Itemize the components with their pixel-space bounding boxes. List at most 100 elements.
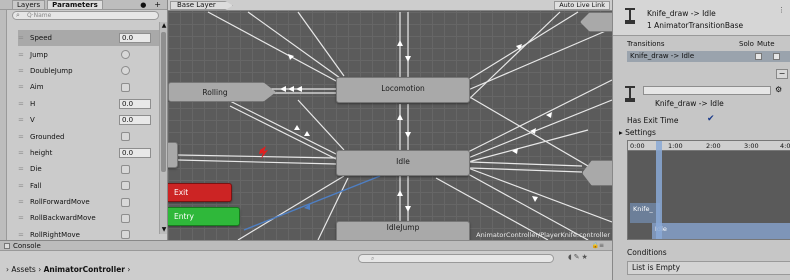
console-tab[interactable]: Console [13,242,41,250]
state-exit[interactable]: Exit [168,183,232,202]
parameter-row[interactable]: = height 0.0 [18,145,160,161]
search-icon: ⌕ [371,255,375,262]
parameter-name: H [30,99,36,108]
controller-path: AnimatorController/PlayerKnife.controlle… [476,231,610,239]
drag-handle-icon[interactable]: = [18,214,26,222]
drag-handle-icon[interactable]: = [18,67,26,75]
drag-handle-icon[interactable]: = [18,198,26,206]
bool-checkbox[interactable] [121,181,130,191]
parameter-row[interactable]: = Aim [18,79,160,95]
parameter-row[interactable]: = Fall [18,178,160,194]
parameter-row[interactable]: = Grounded [18,128,160,144]
parameter-row[interactable]: = H 0.0 [18,96,160,112]
transition-name-field[interactable] [643,86,771,95]
drag-handle-icon[interactable]: = [18,231,26,239]
project-search-input[interactable]: ⌕ [358,254,554,263]
state-idle[interactable]: Idle [336,150,470,176]
trigger-toggle[interactable] [121,50,130,60]
breadcrumb-assets[interactable]: Assets [11,265,35,274]
timeline-ruler: 0:00 1:00 2:00 3:00 4:00 [628,141,790,151]
scroll-down-icon[interactable]: ▼ [160,226,167,234]
eye-icon[interactable]: ● [140,1,146,9]
trigger-toggle[interactable] [121,66,130,76]
transition-row[interactable]: Knife_draw -> Idle [627,51,790,62]
state-idle-jump[interactable]: IdleJump [336,221,470,240]
mute-label: Mute [757,40,775,48]
bool-checkbox[interactable] [121,164,130,174]
parameter-name: Grounded [30,132,65,141]
header-options-icon[interactable]: ⋮ [778,6,785,14]
parameter-row[interactable]: = RollBackwardMove [18,210,160,226]
bool-checkbox[interactable] [121,82,130,92]
parameter-list: = Speed 0.0 = Jump = DoubleJump = Aim = H 0.0 = V 0.0 =… [18,30,160,240]
mute-checkbox[interactable] [773,53,780,60]
parameter-value-field[interactable]: 0.0 [119,115,151,126]
drag-handle-icon[interactable]: = [18,149,26,157]
drag-handle-icon[interactable]: = [18,51,26,59]
has-exit-time-row: Has Exit Time ✔ [627,115,715,126]
search-row: ⌕ Q·Name [0,10,167,21]
parameter-search-input[interactable]: ⌕ Q·Name [12,11,159,20]
tab-layers[interactable]: Layers [12,0,46,9]
state-entry[interactable]: Entry [168,207,240,226]
gear-icon[interactable]: ⚙ [775,85,782,94]
breadcrumb-separator: › [6,265,9,274]
transition-timeline[interactable]: 0:00 1:00 2:00 3:00 4:00 Knife_ Idle [627,140,790,240]
parameter-value-field[interactable]: 0.0 [119,33,151,44]
has-exit-time-checkbox[interactable]: ✔ [707,115,716,124]
tab-parameters[interactable]: Parameters [47,0,103,9]
tick-label: 1:00 [668,142,683,150]
parameter-value-field[interactable]: 0.0 [119,147,151,158]
state-locomotion-label: Locomotion [381,84,425,93]
parameter-row[interactable]: = Speed 0.0 [18,30,160,47]
settings-foldout[interactable]: ▸ Settings [619,128,656,137]
parameter-row[interactable]: = Die [18,161,160,177]
drag-handle-icon[interactable]: = [18,100,26,108]
bool-checkbox[interactable] [121,213,130,223]
tick-label: 4:00 [780,142,790,150]
parameters-panel: Layers Parameters ● + ⌕ Q·Name = Speed 0.0… [0,0,168,240]
drag-handle-icon[interactable]: = [18,34,26,42]
drag-handle-icon[interactable]: = [18,116,26,124]
parameter-name: Die [30,165,42,174]
parameter-scrollbar[interactable]: ▲ ▼ [159,22,167,234]
offscreen-state-left[interactable] [168,142,178,168]
parameter-row[interactable]: = DoubleJump [18,63,160,79]
project-toolbar-icons[interactable]: ◖✎★ [568,253,590,261]
animator-graph[interactable]: Base Layer Auto Live Link Rolling Locomo… [168,0,612,240]
scroll-up-icon[interactable]: ▲ [160,22,167,30]
state-rolling[interactable]: Rolling [168,82,276,102]
parameter-name: RollBackwardMove [30,214,96,223]
parameter-name: Jump [30,50,48,59]
state-idle-label: Idle [396,157,410,166]
breadcrumb-animator-controller[interactable]: AnimatorController [44,265,125,274]
transition-lines [177,11,612,240]
drag-handle-icon[interactable]: = [18,165,26,173]
drag-handle-icon[interactable]: = [18,83,26,91]
drag-handle-icon[interactable]: = [18,182,26,190]
parameter-value-field[interactable]: 0.0 [119,98,151,109]
parameter-row[interactable]: = Jump [18,46,160,62]
add-parameter-icon[interactable]: + [154,0,161,9]
layer-breadcrumb[interactable]: Base Layer [170,1,233,10]
state-locomotion[interactable]: Locomotion [336,77,470,103]
scroll-thumb[interactable] [161,32,166,172]
parameter-name: RollRightMove [30,230,80,239]
auto-live-link-button[interactable]: Auto Live Link [554,1,610,10]
left-edge-strip [0,10,7,240]
bool-checkbox[interactable] [121,230,130,240]
parameter-row[interactable]: = V 0.0 [18,112,160,128]
solo-checkbox[interactable] [755,53,762,60]
idle-clip-bar[interactable]: Idle [652,223,790,239]
parameter-name: Fall [30,181,42,190]
parameter-row[interactable]: = RollRightMove [18,227,160,240]
bool-checkbox[interactable] [121,132,130,142]
bool-checkbox[interactable] [121,197,130,207]
parameter-row[interactable]: = RollForwardMove [18,194,160,210]
lock-icon[interactable]: 🔒≡ [592,241,605,251]
drag-handle-icon[interactable]: = [18,133,26,141]
timeline-cursor[interactable] [656,141,662,239]
remove-transition-button[interactable]: − [776,69,788,79]
state-idle-jump-label: IdleJump [386,223,420,232]
console-icon [4,243,10,249]
